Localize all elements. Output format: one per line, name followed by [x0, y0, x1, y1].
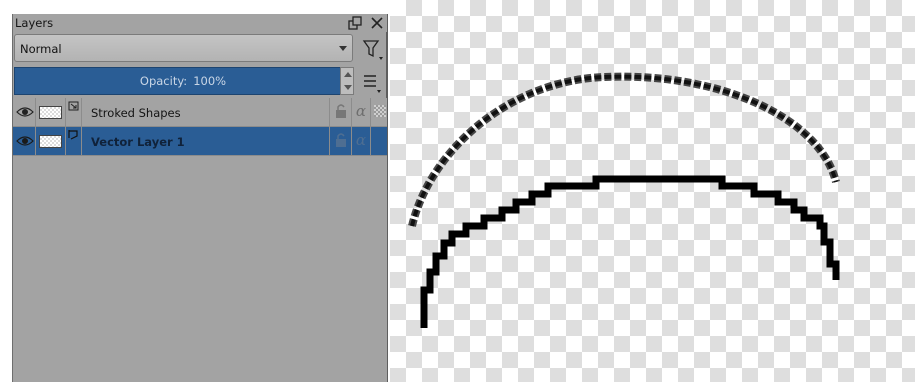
- drawing-canvas[interactable]: [390, 0, 915, 382]
- layer-thumbnail: [36, 98, 66, 126]
- chevron-down-icon: [339, 46, 347, 51]
- inherit-alpha-icon[interactable]: [370, 98, 387, 126]
- canvas-artwork: [408, 72, 840, 328]
- float-docker-icon[interactable]: [347, 15, 363, 31]
- spin-down-icon[interactable]: [344, 85, 352, 90]
- layer-row-vector-layer-1[interactable]: Vector Layer 1 α: [13, 127, 387, 156]
- window-edge: [0, 0, 12, 382]
- hamburger-menu-icon[interactable]: [362, 72, 384, 94]
- close-icon[interactable]: [369, 15, 385, 31]
- opacity-spinbox[interactable]: [340, 67, 354, 95]
- alpha-lock-icon[interactable]: α: [351, 127, 370, 155]
- vector-layer-icon: [66, 127, 82, 155]
- vector-arc: [420, 175, 840, 328]
- alpha-lock-icon[interactable]: α: [351, 98, 370, 126]
- layer-row-stroked-shapes[interactable]: Stroked Shapes α: [13, 98, 387, 127]
- opacity-label: Opacity:: [139, 74, 188, 88]
- layer-name: Vector Layer 1: [91, 135, 185, 149]
- docker-title: Layers: [15, 16, 54, 30]
- eye-icon[interactable]: [14, 127, 36, 155]
- shape-layer-icon: [66, 98, 82, 126]
- stroked-arc: [408, 72, 840, 227]
- docker-titlebar[interactable]: Layers: [13, 14, 387, 32]
- lock-icon[interactable]: [329, 127, 351, 155]
- filter-icon[interactable]: [358, 36, 386, 62]
- layer-name: Stroked Shapes: [91, 106, 181, 120]
- layer-thumbnail: [36, 127, 66, 155]
- blend-mode-select[interactable]: Normal: [14, 34, 353, 62]
- opacity-value: 100%: [193, 74, 227, 88]
- inherit-alpha-icon[interactable]: [370, 127, 387, 155]
- eye-icon[interactable]: [14, 98, 36, 126]
- layers-docker: Layers Normal Opacity: 100% Stroked Shap…: [12, 14, 388, 382]
- blend-mode-value: Normal: [20, 42, 62, 56]
- layer-list: Stroked Shapes α Vector Layer 1 α: [13, 98, 387, 382]
- spin-up-icon[interactable]: [344, 72, 352, 77]
- lock-icon[interactable]: [329, 98, 351, 126]
- opacity-slider[interactable]: Opacity: 100%: [14, 67, 352, 95]
